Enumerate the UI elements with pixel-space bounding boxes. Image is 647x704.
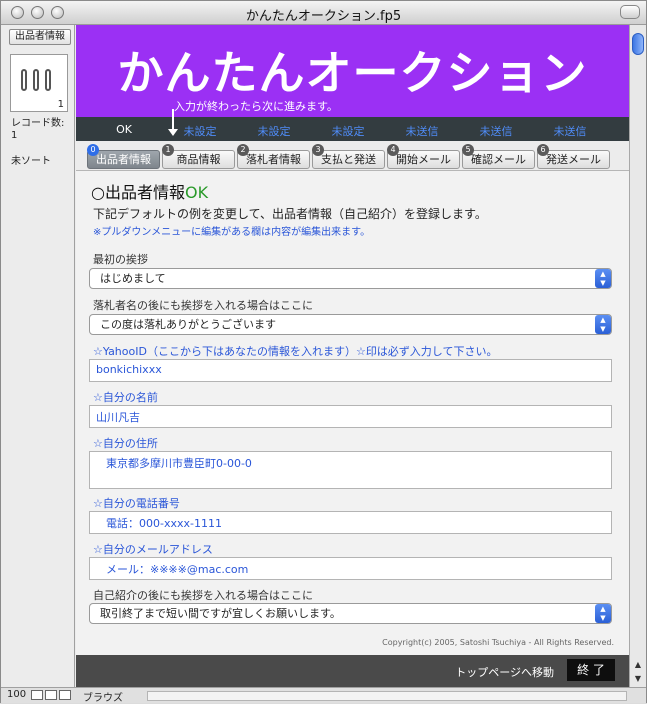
toolbar-toggle-button[interactable] [620, 5, 640, 19]
address-label: ☆自分の住所 [93, 437, 158, 450]
zoom-level[interactable]: 100 [7, 689, 26, 700]
winner-greeting-value: この度は落札ありがとうございます [100, 318, 276, 331]
step-status-3: 未設定 [331, 125, 365, 138]
yahoo-id-field[interactable]: bonkichixxx [89, 359, 612, 382]
tab-number-badge: 6 [537, 144, 549, 156]
scroll-up-arrow-icon[interactable]: ▲ [632, 659, 644, 671]
tab-number-badge: 4 [387, 144, 399, 156]
section-description: 下記デフォルトの例を変更して、出品者情報（自己紹介）を登録します。 [93, 207, 487, 221]
step-status-4: 未送信 [405, 125, 439, 138]
section-status: OK [184, 183, 209, 202]
current-record-number: 1 [57, 99, 64, 110]
footer-bar: トップページへ移動 終 了 [76, 655, 629, 687]
app-logo-title: かんたんオークション [117, 46, 588, 100]
step-status-6: 未送信 [553, 125, 587, 138]
tab-number-badge: 1 [162, 144, 174, 156]
book-ring-icon [33, 69, 39, 91]
tab-confirm-mail[interactable]: 5 確認メール [462, 144, 535, 169]
book-icon[interactable]: 1 [10, 54, 68, 112]
record-count: レコード数: 1 [11, 118, 64, 142]
tab-shipping-mail[interactable]: 6 発送メール [537, 144, 610, 169]
section-note: ※プルダウンメニューに編集がある欄は内容が編集出来ます。 [93, 227, 371, 238]
layout-content: かんたんオークション 入力が終わったら次に進みます。 OK 未設定 未設定 未設… [76, 25, 629, 687]
step-tabs: 0 出品者情報 1 商品情報 2 落札者情報 3 支払と発送 4 開始メール 5… [76, 141, 629, 171]
app-window: かんたんオークション.fp5 出品者情報 1 レコード数: 1 未ソート かんた… [0, 0, 647, 704]
tab-item-info[interactable]: 1 商品情報 [162, 144, 235, 169]
popup-arrows-icon: ▲ ▼ [595, 315, 611, 334]
email-label: ☆自分のメールアドレス [93, 543, 213, 556]
copyright-notice: Copyright(c) 2005, Satoshi Tsuchiya - Al… [382, 638, 614, 647]
layout-menu-button[interactable]: 出品者情報 [9, 29, 71, 45]
tab-seller-info[interactable]: 0 出品者情報 [87, 144, 160, 169]
next-step-arrowhead-icon [168, 129, 178, 136]
tab-number-badge: 3 [312, 144, 324, 156]
book-ring-icon [45, 69, 51, 91]
intro-greeting-select[interactable]: 取引終了まで短い間ですが宜しくお願いします。 ▲ ▼ [89, 603, 612, 624]
step-status-5: 未送信 [479, 125, 513, 138]
section-heading-text: ○出品者情報 [91, 183, 185, 202]
window-title: かんたんオークション.fp5 [245, 9, 402, 24]
scroll-thumb[interactable] [632, 33, 644, 55]
tab-label: 商品情報 [176, 153, 221, 166]
record-count-label: レコード数: [11, 118, 65, 129]
window-bottom-bar: 100 ブラウズ [1, 687, 646, 704]
title-bar: かんたんオークション.fp5 [1, 1, 646, 25]
tab-label: 発送メール [546, 153, 601, 166]
tab-label: 支払と発送 [321, 153, 376, 166]
tab-label: 開始メール [396, 153, 451, 166]
tab-number-badge: 0 [87, 144, 99, 156]
step-status-2: 未設定 [257, 125, 291, 138]
status-area-toggle-icon[interactable] [59, 690, 71, 700]
phone-label: ☆自分の電話番号 [93, 497, 180, 510]
banner-instruction: 入力が終わったら次に進みます。 [174, 100, 338, 113]
tab-label: 落札者情報 [246, 153, 301, 166]
popup-arrows-icon: ▲ ▼ [595, 269, 611, 288]
book-ring-icon [21, 69, 27, 91]
tab-payment-shipping[interactable]: 3 支払と発送 [312, 144, 385, 169]
name-label: ☆自分の名前 [93, 391, 158, 404]
zoom-small-icon[interactable] [31, 690, 43, 700]
horizontal-scrollbar[interactable] [147, 691, 627, 701]
step-status-0: OK [116, 123, 132, 136]
intro-greeting-label: 自己紹介の後にも挨拶を入れる場合はここに [93, 589, 313, 602]
step-status-1: 未設定 [183, 125, 217, 138]
tab-start-mail[interactable]: 4 開始メール [387, 144, 460, 169]
vertical-scrollbar[interactable]: ▲ ▼ [629, 25, 646, 687]
greeting-label: 最初の挨拶 [93, 253, 148, 266]
popup-arrows-icon: ▲ ▼ [595, 604, 611, 623]
winner-greeting-label: 落札者名の後にも挨拶を入れる場合はここに [93, 299, 313, 312]
winner-greeting-select[interactable]: この度は落札ありがとうございます ▲ ▼ [89, 314, 612, 335]
tab-label: 出品者情報 [96, 153, 151, 166]
exit-button[interactable]: 終 了 [567, 659, 615, 681]
next-step-arrow-icon [172, 109, 174, 131]
tab-label: 確認メール [471, 153, 526, 166]
tab-number-badge: 2 [237, 144, 249, 156]
sort-status: 未ソート [11, 156, 51, 167]
mode-indicator[interactable]: ブラウズ [83, 689, 123, 704]
scroll-down-arrow-icon[interactable]: ▼ [632, 673, 644, 685]
record-count-value: 1 [11, 130, 18, 141]
zoom-large-icon[interactable] [45, 690, 57, 700]
section-heading: ○出品者情報OK [91, 179, 208, 203]
greeting-select[interactable]: はじめまして ▲ ▼ [89, 268, 612, 289]
yahoo-id-label: ☆YahooID（ここから下はあなたの情報を入れます）☆印は必ず入力して下さい。 [93, 345, 498, 358]
tab-winner-info[interactable]: 2 落札者情報 [237, 144, 310, 169]
address-field[interactable]: 東京都多摩川市豊臣町0-00-0 [89, 451, 612, 489]
tab-number-badge: 5 [462, 144, 474, 156]
status-area: 出品者情報 1 レコード数: 1 未ソート [1, 25, 75, 687]
phone-field[interactable]: 電話：000-xxxx-1111 [89, 511, 612, 534]
greeting-value: はじめまして [100, 272, 166, 285]
step-status-row: OK 未設定 未設定 未設定 未送信 未送信 未送信 [76, 117, 629, 141]
app-banner: かんたんオークション 入力が終わったら次に進みます。 [76, 25, 629, 117]
email-field[interactable]: メール：※※※※@mac.com [89, 557, 612, 580]
name-field[interactable]: 山川凡吉 [89, 405, 612, 428]
intro-greeting-value: 取引終了まで短い間ですが宜しくお願いします。 [100, 607, 341, 620]
top-page-link[interactable]: トップページへ移動 [455, 664, 554, 680]
